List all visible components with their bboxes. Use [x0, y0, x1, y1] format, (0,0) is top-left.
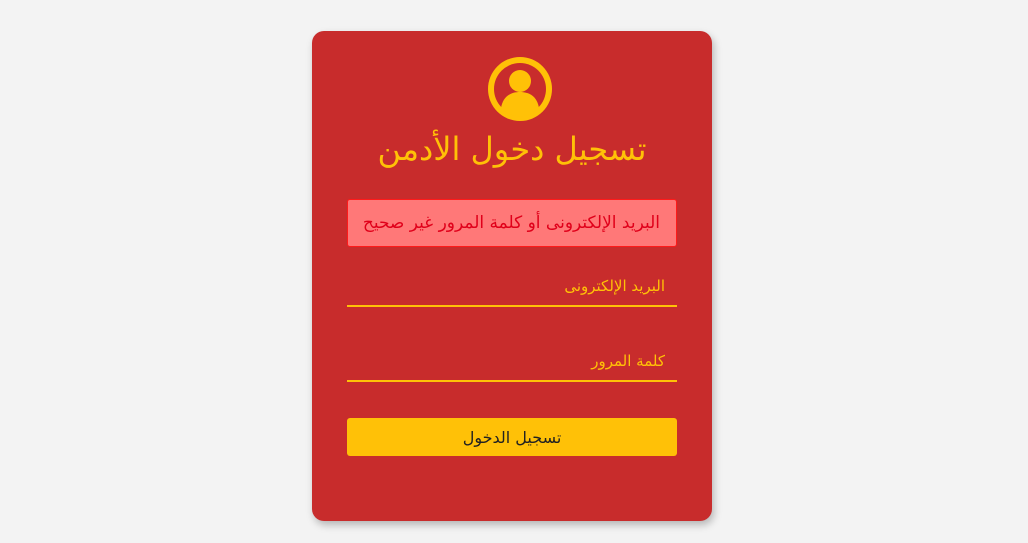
login-card: تسجيل دخول الأدمن البريد الإلكترونى أو ك…	[312, 31, 712, 521]
user-avatar-icon	[488, 57, 552, 121]
password-field[interactable]	[347, 342, 677, 382]
page-title: تسجيل دخول الأدمن	[377, 130, 647, 168]
login-button[interactable]: تسجيل الدخول	[347, 418, 677, 456]
error-alert: البريد الإلكترونى أو كلمة المرور غير صحي…	[347, 199, 677, 247]
email-field[interactable]	[347, 267, 677, 307]
